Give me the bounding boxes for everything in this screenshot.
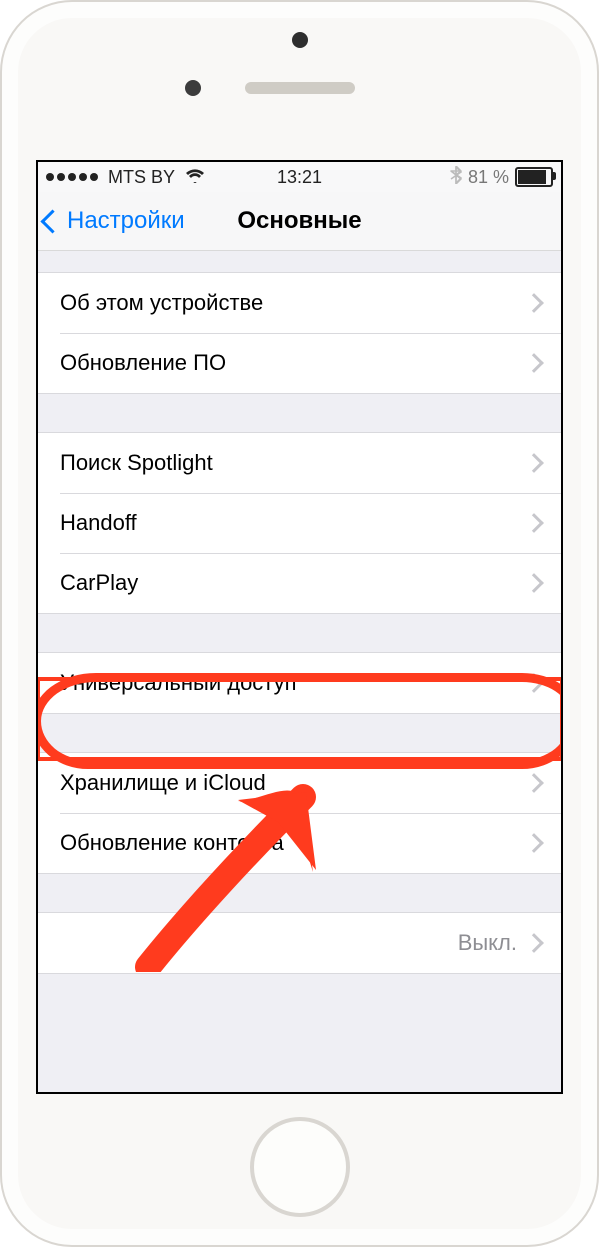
cell-about[interactable]: Об этом устройстве — [38, 272, 561, 333]
hardware-top — [0, 0, 599, 160]
chevron-right-icon — [524, 353, 544, 373]
chevron-right-icon — [524, 453, 544, 473]
screen: MTS BY 13:21 81 % Настройки Основные — [36, 160, 563, 1094]
cell-handoff[interactable]: Handoff — [38, 493, 561, 553]
group-4: Хранилище и iCloud Обновление контента — [38, 752, 561, 874]
cell-storage-icloud[interactable]: Хранилище и iCloud — [38, 752, 561, 813]
cell-accessibility[interactable]: Универсальный доступ — [38, 652, 561, 714]
chevron-right-icon — [524, 673, 544, 693]
settings-list[interactable]: Об этом устройстве Обновление ПО Поиск S… — [38, 252, 561, 1092]
cell-software-update[interactable]: Обновление ПО — [38, 333, 561, 394]
group-5: Выкл. — [38, 912, 561, 974]
group-2: Поиск Spotlight Handoff CarPlay — [38, 432, 561, 614]
cell-carplay[interactable]: CarPlay — [38, 553, 561, 614]
cell-background-refresh[interactable]: Обновление контента — [38, 813, 561, 874]
nav-bar: Настройки Основные — [38, 192, 561, 251]
cell-spotlight[interactable]: Поиск Spotlight — [38, 432, 561, 493]
cell-label: Обновление контента — [60, 830, 284, 856]
phone-frame: MTS BY 13:21 81 % Настройки Основные — [0, 0, 599, 1247]
cell-restrictions[interactable]: Выкл. — [38, 912, 561, 974]
page-title: Основные — [38, 207, 561, 235]
cell-label: Обновление ПО — [60, 350, 226, 376]
clock: 13:21 — [38, 167, 561, 188]
chevron-right-icon — [524, 773, 544, 793]
chevron-right-icon — [524, 573, 544, 593]
chevron-right-icon — [524, 513, 544, 533]
cell-value: Выкл. — [458, 930, 517, 956]
camera-dot — [292, 32, 308, 48]
cell-label: Универсальный доступ — [60, 670, 297, 696]
sensor-dot — [185, 80, 201, 96]
cell-label: Handoff — [60, 510, 137, 536]
chevron-right-icon — [524, 833, 544, 853]
status-bar: MTS BY 13:21 81 % — [38, 162, 561, 192]
battery-icon — [515, 167, 553, 187]
cell-label: Поиск Spotlight — [60, 450, 213, 476]
cell-label: Хранилище и iCloud — [60, 770, 266, 796]
home-button[interactable] — [250, 1117, 350, 1217]
chevron-right-icon — [524, 293, 544, 313]
group-3: Универсальный доступ — [38, 652, 561, 714]
group-1: Об этом устройстве Обновление ПО — [38, 272, 561, 394]
earpiece-speaker — [245, 82, 355, 94]
chevron-right-icon — [524, 933, 544, 953]
cell-label: CarPlay — [60, 570, 138, 596]
cell-label: Об этом устройстве — [60, 290, 263, 316]
